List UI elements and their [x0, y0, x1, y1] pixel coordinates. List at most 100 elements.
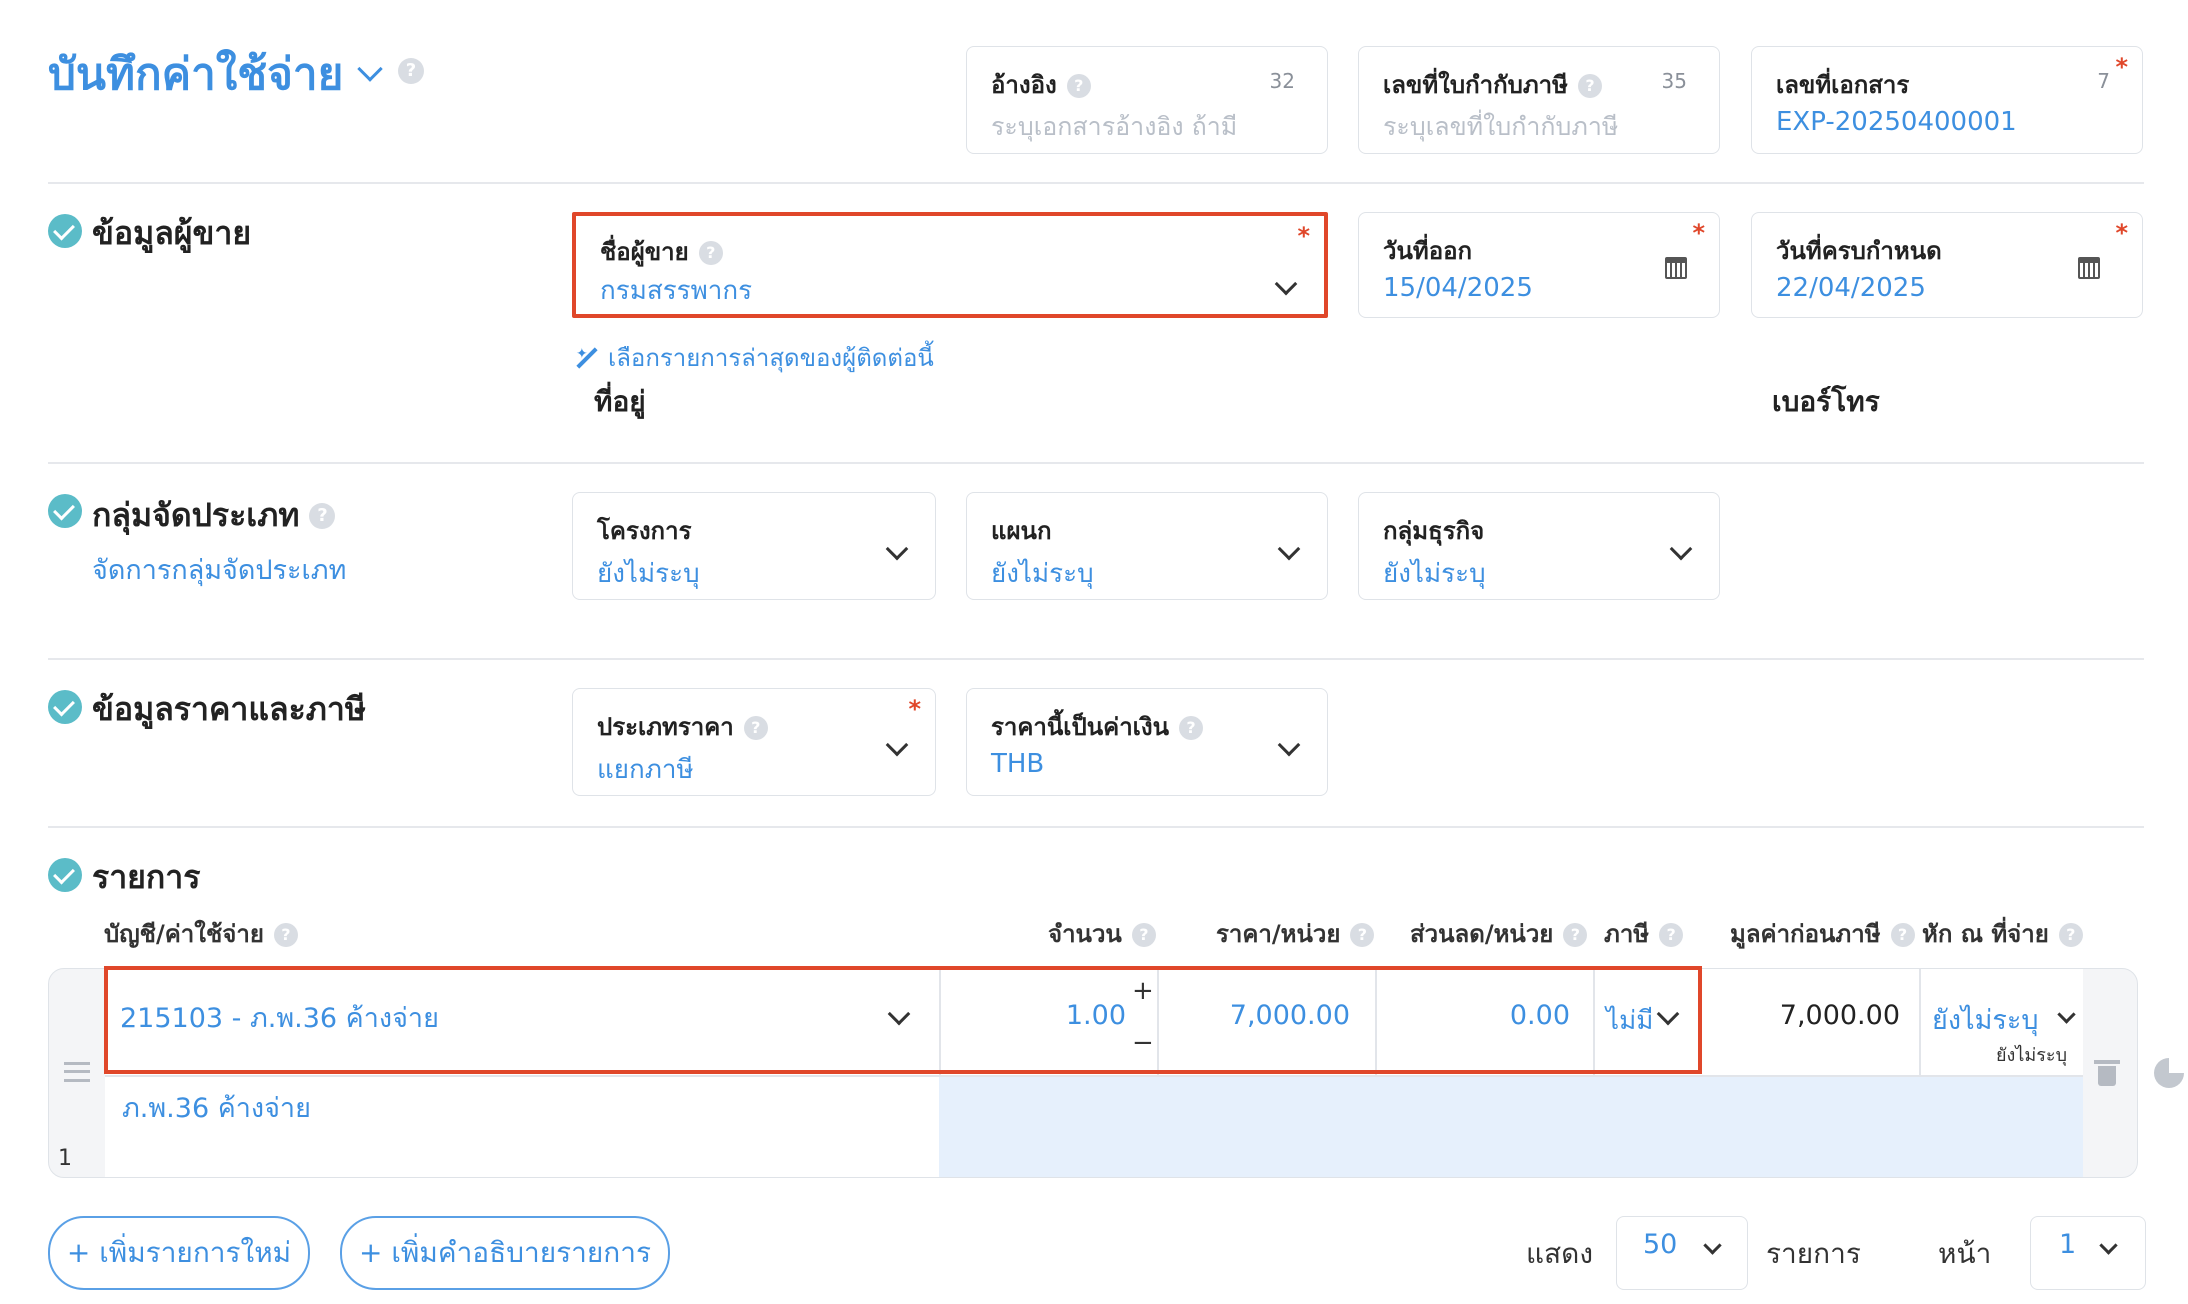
vendor-name-field[interactable]: ชื่อผู้ขาย? * กรมสรรพากร — [572, 212, 1328, 318]
show-label: แสดง — [1526, 1237, 1593, 1270]
wht-subtext: ยังไม่ระบุ — [1996, 1045, 2068, 1066]
help-icon[interactable]: ? — [273, 923, 298, 947]
document-no-input[interactable]: EXP-20250400001 — [1776, 107, 2017, 137]
help-icon[interactable]: ? — [743, 716, 768, 740]
col-unit-price: ราคา/หน่วย — [1216, 920, 1341, 948]
tax-value: ไม่มี — [1606, 1006, 1654, 1036]
recent-items-label: เลือกรายการล่าสุดของผู้ติดต่อนี้ — [608, 344, 934, 372]
page-size-value: 50 — [1643, 1229, 1678, 1260]
issue-date-input[interactable]: 15/04/2025 — [1383, 273, 1533, 303]
help-icon[interactable]: ? — [1659, 923, 1684, 947]
chevron-down-icon[interactable] — [885, 733, 909, 757]
business-group-label: กลุ่มธุรกิจ — [1383, 517, 1485, 545]
vendor-section-title: ข้อมูลผู้ขาย — [92, 214, 252, 252]
chevron-down-icon[interactable] — [1703, 1236, 1722, 1255]
chevron-down-icon[interactable] — [885, 537, 909, 561]
add-description-button[interactable]: + เพิ่มคำอธิบายรายการ — [340, 1216, 670, 1290]
due-date-field[interactable]: วันที่ครบกำหนด * 22/04/2025 — [1751, 212, 2143, 318]
help-icon[interactable]: ? — [1350, 923, 1375, 947]
vendor-name-input[interactable]: กรมสรรพากร — [600, 270, 752, 311]
department-label: แผนก — [991, 517, 1052, 545]
tax-select[interactable]: ไม่มี — [1606, 1000, 1696, 1040]
pie-chart-icon[interactable] — [2154, 1058, 2184, 1088]
reference-count: 32 — [1269, 69, 1295, 93]
help-icon[interactable]: ? — [1066, 74, 1091, 98]
price-type-select[interactable]: ประเภทราคา? * แยกภาษี — [572, 688, 936, 796]
reference-field[interactable]: อ้างอิง? 32 ระบุเอกสารอ้างอิง ถ้ามี — [966, 46, 1328, 154]
help-icon[interactable]: ? — [1890, 923, 1915, 947]
chevron-down-icon[interactable] — [1277, 733, 1301, 757]
currency-select[interactable]: ราคานี้เป็นค่าเงิน? THB — [966, 688, 1328, 796]
help-icon[interactable]: ? — [698, 241, 723, 265]
calendar-icon[interactable] — [2078, 257, 2100, 279]
row-index: 1 — [58, 1146, 72, 1171]
wht-select[interactable]: ยังไม่ระบุ — [1932, 998, 2072, 1038]
check-icon — [48, 858, 82, 892]
document-no-count: 7 — [2097, 69, 2110, 93]
tax-invoice-input[interactable]: ระบุเลขที่ใบกำกับภาษี — [1383, 107, 1618, 147]
calendar-icon[interactable] — [1665, 257, 1687, 279]
col-discount: ส่วนลด/หน่วย — [1410, 920, 1554, 948]
document-no-field[interactable]: เลขที่เอกสาร 7 * EXP-20250400001 — [1751, 46, 2143, 154]
account-select[interactable]: 215103 - ภ.พ.36 ค้างจ่าย — [120, 996, 920, 1044]
chevron-down-icon[interactable] — [2099, 1236, 2118, 1255]
item-description-input[interactable]: ภ.พ.36 ค้างจ่าย — [122, 1086, 311, 1129]
department-select[interactable]: แผนก ยังไม่ระบุ — [966, 492, 1328, 600]
qty-decrement-button[interactable]: − — [1132, 1028, 1154, 1058]
required-mark: * — [1297, 222, 1310, 250]
qty-input[interactable]: 1.00 — [960, 1000, 1126, 1031]
page-title-group[interactable]: บันทึกค่าใช้จ่าย — [48, 44, 384, 104]
help-icon[interactable]: ? — [1179, 716, 1204, 740]
issue-date-label: วันที่ออก — [1383, 237, 1473, 265]
page-label: หน้า — [1938, 1237, 1992, 1270]
help-icon[interactable]: ? — [398, 58, 424, 84]
chevron-down-icon[interactable] — [1277, 537, 1301, 561]
discount-input[interactable]: 0.00 — [1380, 1000, 1570, 1031]
add-item-button[interactable]: + เพิ่มรายการใหม่ — [48, 1216, 310, 1290]
col-account: บัญชี/ค่าใช้จ่าย — [104, 920, 264, 948]
reference-label: อ้างอิง — [991, 71, 1057, 99]
chevron-down-icon[interactable] — [1274, 272, 1298, 296]
tax-invoice-count: 35 — [1661, 69, 1687, 93]
recent-items-link[interactable]: ✦ เลือกรายการล่าสุดของผู้ติดต่อนี้ — [572, 338, 934, 377]
currency-label: ราคานี้เป็นค่าเงิน — [991, 713, 1170, 741]
price-section-title: ข้อมูลราคาและภาษี — [92, 690, 366, 728]
business-group-select[interactable]: กลุ่มธุรกิจ ยังไม่ระบุ — [1358, 492, 1720, 600]
required-mark: * — [2115, 219, 2128, 247]
help-icon[interactable]: ? — [1563, 923, 1588, 947]
divider — [48, 462, 2144, 464]
price-type-label: ประเภทราคา — [597, 713, 734, 741]
manage-classification-link[interactable]: จัดการกลุ่มจัดประเภท — [92, 548, 346, 591]
issue-date-field[interactable]: วันที่ออก * 15/04/2025 — [1358, 212, 1720, 318]
business-group-value: ยังไม่ระบุ — [1383, 559, 1486, 589]
unit-price-input[interactable]: 7,000.00 — [1160, 1000, 1350, 1031]
due-date-input[interactable]: 22/04/2025 — [1776, 273, 1926, 303]
classification-section-title: กลุ่มจัดประเภท — [92, 496, 300, 534]
document-no-label: เลขที่เอกสาร — [1776, 71, 1910, 99]
vendor-name-label: ชื่อผู้ขาย — [600, 238, 689, 266]
chevron-down-icon[interactable] — [357, 56, 384, 82]
check-icon — [48, 494, 82, 528]
page-size-select[interactable]: 50 — [1616, 1216, 1748, 1290]
help-icon[interactable]: ? — [1131, 923, 1156, 947]
chevron-down-icon[interactable] — [1669, 537, 1693, 561]
required-mark: * — [908, 695, 921, 723]
wht-value: ยังไม่ระบุ — [1932, 1005, 2039, 1036]
project-select[interactable]: โครงการ ยังไม่ระบุ — [572, 492, 936, 600]
trash-icon[interactable] — [2094, 1060, 2120, 1086]
help-icon[interactable]: ? — [2058, 923, 2083, 947]
tax-invoice-field[interactable]: เลขที่ใบกำกับภาษี? 35 ระบุเลขที่ใบกำกับภ… — [1358, 46, 1720, 154]
project-value: ยังไม่ระบุ — [597, 559, 700, 589]
drag-handle-icon[interactable] — [64, 1062, 90, 1082]
help-icon[interactable]: ? — [309, 502, 336, 529]
required-mark: * — [1692, 219, 1705, 247]
currency-value: THB — [991, 749, 1045, 779]
page-number-select[interactable]: 1 — [2030, 1216, 2146, 1290]
magic-wand-icon: ✦ — [572, 344, 600, 372]
reference-input[interactable]: ระบุเอกสารอ้างอิง ถ้ามี — [991, 107, 1237, 147]
page-number-value: 1 — [2059, 1229, 2077, 1260]
divider — [48, 658, 2144, 660]
col-divider — [1919, 969, 1921, 1075]
help-icon[interactable]: ? — [1577, 74, 1602, 98]
qty-increment-button[interactable]: + — [1132, 976, 1154, 1006]
